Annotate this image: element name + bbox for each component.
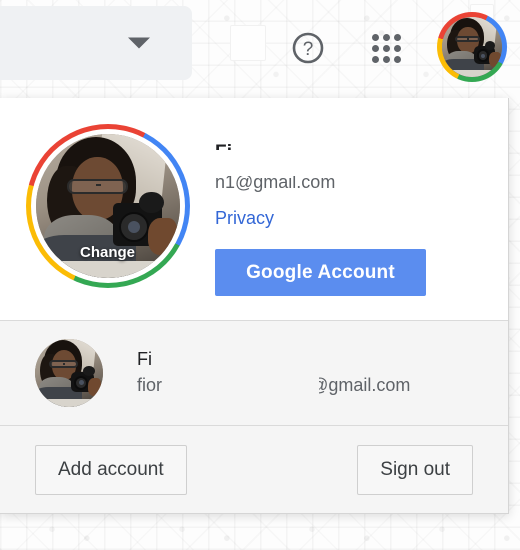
google-account-button[interactable]: Google Account [215, 249, 426, 296]
secondary-name-redaction-mask [167, 348, 397, 374]
privacy-link[interactable]: Privacy [215, 208, 274, 229]
email-redaction-mask [215, 150, 313, 176]
google-apps-button[interactable] [364, 26, 408, 70]
secondary-email-prefix: fior [137, 374, 163, 395]
primary-avatar-container: Change [0, 120, 215, 296]
secondary-email-redaction-mask [184, 374, 319, 400]
add-account-button[interactable]: Add account [35, 444, 187, 495]
account-popup-card: Change Fi n1@gmail.com Privacy Google Ac… [0, 98, 509, 514]
svg-text:?: ? [303, 39, 314, 60]
change-avatar-label[interactable]: Change [36, 244, 180, 261]
help-button[interactable]: ? [286, 26, 330, 70]
avatar: Change [35, 134, 180, 278]
avatar [34, 339, 103, 407]
primary-account-section: Change Fi n1@gmail.com Privacy Google Ac… [0, 98, 508, 320]
sign-out-button[interactable]: Sign out [357, 444, 473, 495]
app-header-bar: ? [0, 0, 520, 98]
account-popup-footer: Add account Sign out [0, 425, 508, 513]
secondary-avatar-container [0, 339, 137, 407]
primary-account-info: Fi n1@gmail.com Privacy Google Account [215, 120, 508, 296]
change-avatar-button[interactable]: Change [25, 124, 190, 288]
secondary-account-info: Fi fior oh@gmail.com [137, 348, 508, 400]
name-redaction-mask [239, 120, 429, 146]
chevron-down-icon[interactable] [128, 37, 150, 49]
header-avatar-button[interactable] [437, 12, 507, 82]
search-input[interactable] [0, 6, 192, 80]
apps-grid-icon [371, 33, 401, 63]
avatar [442, 17, 502, 77]
secondary-account-row[interactable]: Fi fior oh@gmail.com [0, 320, 508, 425]
help-question-icon: ? [292, 32, 324, 64]
